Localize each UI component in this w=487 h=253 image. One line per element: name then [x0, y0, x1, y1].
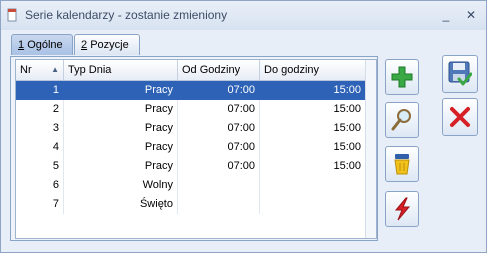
cell-typ-dnia: Pracy	[64, 100, 178, 119]
table-row[interactable]: 1 Pracy 07:00 15:00	[16, 81, 366, 100]
column-header-nr[interactable]: Nr ▲	[16, 60, 64, 80]
cell-typ-dnia: Pracy	[64, 157, 178, 176]
cell-nr: 5	[16, 157, 64, 176]
save-button[interactable]	[442, 55, 478, 93]
cell-do-godziny	[260, 176, 366, 195]
column-header-od-godziny[interactable]: Od Godziny	[178, 60, 260, 80]
cell-od-godziny: 07:00	[178, 81, 260, 100]
tab-pozycje[interactable]: 2 Pozycje	[74, 34, 140, 55]
cell-typ-dnia: Wolny	[64, 176, 178, 195]
cell-do-godziny: 15:00	[260, 157, 366, 176]
close-button[interactable]: ✕	[462, 7, 480, 23]
generate-button[interactable]	[385, 191, 419, 227]
cancel-icon	[450, 107, 470, 127]
tab-label: Ogólne	[27, 39, 63, 51]
cell-od-godziny	[178, 195, 260, 214]
cell-nr: 4	[16, 138, 64, 157]
column-header-do-godziny[interactable]: Do godziny	[260, 60, 366, 80]
table-row[interactable]: 4 Pracy 07:00 15:00	[16, 138, 366, 157]
tab-number: 1	[18, 39, 25, 51]
cell-nr: 3	[16, 119, 64, 138]
cell-typ-dnia: Pracy	[64, 138, 178, 157]
cell-typ-dnia: Święto	[64, 195, 178, 214]
add-button[interactable]	[385, 59, 419, 95]
minimize-icon: _	[442, 8, 450, 22]
cell-nr: 7	[16, 195, 64, 214]
window-title: Serie kalendarzy - zostanie zmieniony	[25, 8, 228, 22]
cell-od-godziny: 07:00	[178, 100, 260, 119]
trash-icon	[394, 154, 410, 175]
positions-grid[interactable]: Nr ▲ Typ Dnia Od Godziny Do godziny 1 Pr…	[15, 59, 377, 239]
cell-nr: 6	[16, 176, 64, 195]
cell-typ-dnia: Pracy	[64, 81, 178, 100]
view-button[interactable]	[385, 102, 419, 138]
plus-icon	[391, 66, 413, 88]
cell-nr: 1	[16, 81, 64, 100]
vertical-scrollbar[interactable]	[365, 60, 376, 238]
cell-do-godziny: 15:00	[260, 138, 366, 157]
tab-panel: Nr ▲ Typ Dnia Od Godziny Do godziny 1 Pr…	[10, 56, 378, 241]
sort-ascending-icon: ▲	[51, 65, 59, 74]
cell-od-godziny	[178, 176, 260, 195]
grid-header: Nr ▲ Typ Dnia Od Godziny Do godziny	[16, 60, 376, 81]
cell-od-godziny: 07:00	[178, 138, 260, 157]
dialog-window: Serie kalendarzy - zostanie zmieniony _ …	[0, 0, 487, 253]
minimize-button[interactable]: _	[437, 7, 455, 23]
close-icon: ✕	[465, 8, 477, 22]
cell-nr: 2	[16, 100, 64, 119]
cell-do-godziny: 15:00	[260, 81, 366, 100]
tab-number: 2	[81, 39, 88, 51]
table-row[interactable]: 2 Pracy 07:00 15:00	[16, 100, 366, 119]
tab-label: Pozycje	[90, 39, 129, 51]
title-bar: Serie kalendarzy - zostanie zmieniony _ …	[1, 1, 486, 30]
table-row[interactable]: 5 Pracy 07:00 15:00	[16, 157, 366, 176]
lightning-icon	[394, 197, 411, 221]
cell-od-godziny: 07:00	[178, 157, 260, 176]
table-row[interactable]: 3 Pracy 07:00 15:00	[16, 119, 366, 138]
cell-do-godziny: 15:00	[260, 100, 366, 119]
tab-ogolne[interactable]: 1 Ogólne	[11, 34, 73, 55]
table-row[interactable]: 6 Wolny	[16, 176, 366, 195]
cell-typ-dnia: Pracy	[64, 119, 178, 138]
column-header-typ-dnia[interactable]: Typ Dnia	[64, 60, 178, 80]
table-row[interactable]: 7 Święto	[16, 195, 366, 214]
cancel-button[interactable]	[442, 98, 478, 136]
magnifier-icon	[391, 109, 411, 131]
cell-do-godziny: 15:00	[260, 119, 366, 138]
cell-od-godziny: 07:00	[178, 119, 260, 138]
save-icon	[448, 61, 472, 86]
delete-button[interactable]	[385, 146, 419, 182]
cell-do-godziny	[260, 195, 366, 214]
calendar-app-icon	[7, 8, 17, 22]
